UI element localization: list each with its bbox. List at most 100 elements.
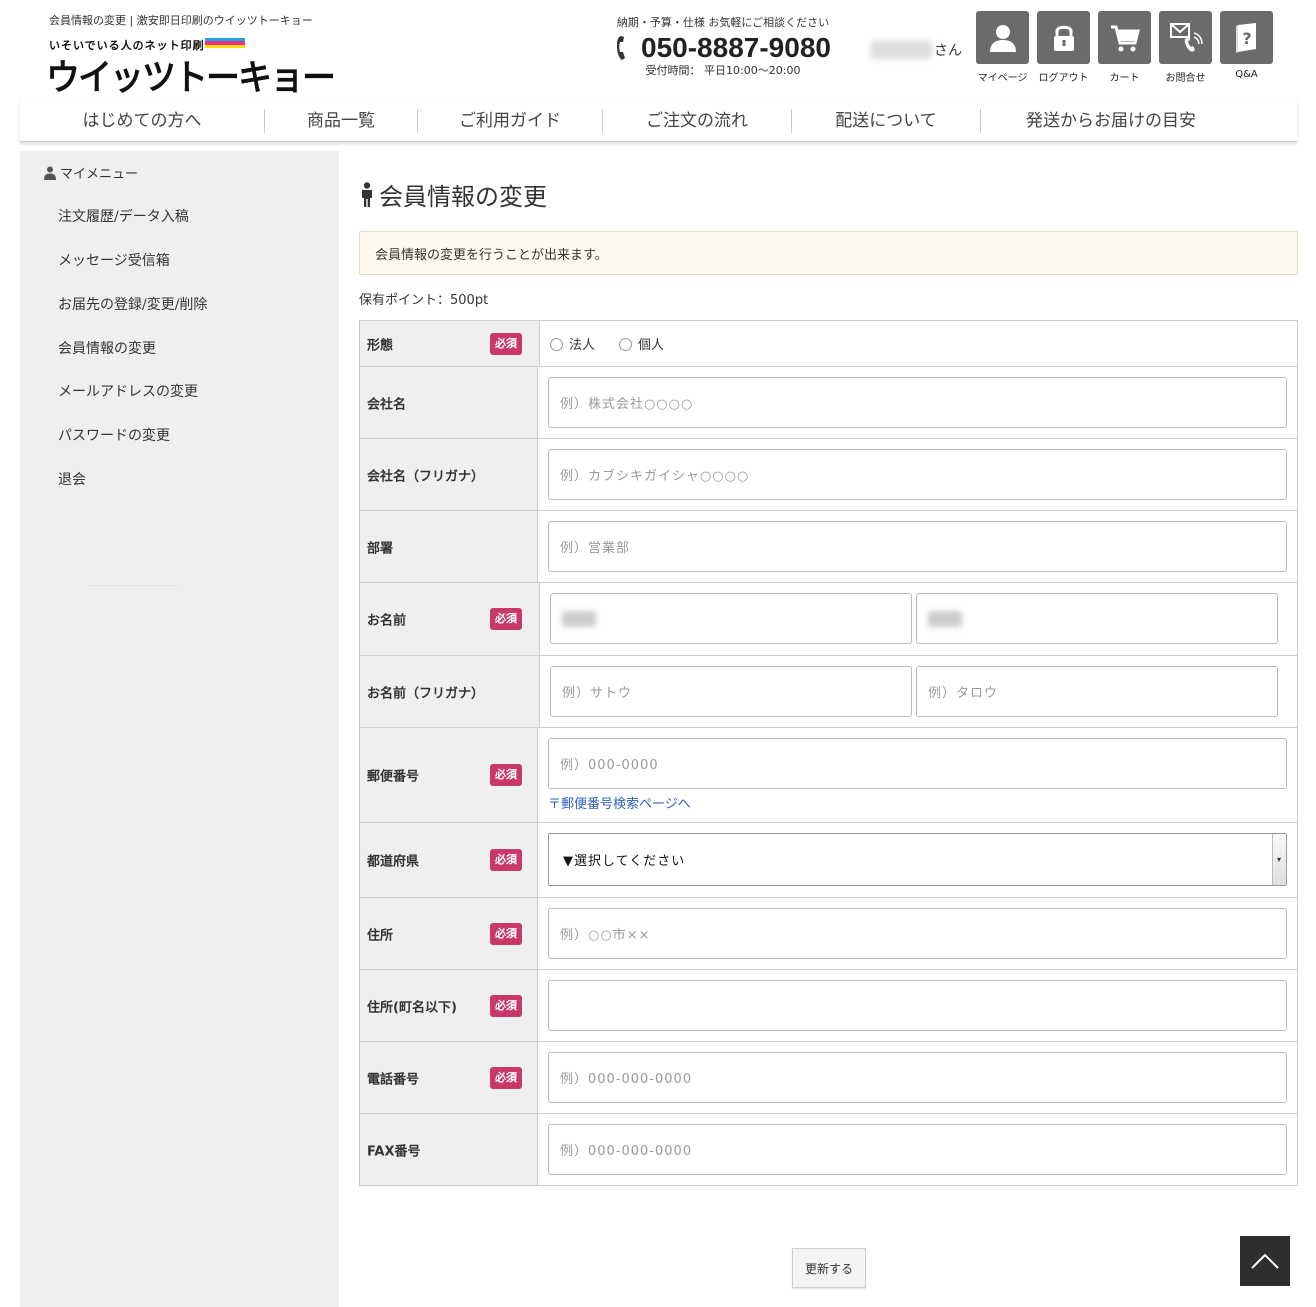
- phone-number[interactable]: 050-8887-9080: [641, 32, 831, 64]
- sidebar-item-email[interactable]: メールアドレスの変更: [58, 381, 198, 401]
- sidebar: マイメニュー 注文履歴/データ入稿 メッセージ受信箱 お届先の登録/変更/削除 …: [20, 151, 339, 1307]
- mypage-button[interactable]: マイページ: [976, 11, 1029, 84]
- type-label: 形態: [367, 338, 394, 353]
- sidebar-item-addresses[interactable]: お届先の登録/変更/削除: [58, 294, 207, 314]
- question-book-icon: ?: [1235, 22, 1256, 53]
- contact-label: お問合せ: [1165, 73, 1206, 84]
- sidebar-title: マイメニュー: [44, 163, 138, 182]
- company-label: 会社名: [367, 397, 407, 412]
- cmyk-color-bar: [205, 38, 245, 48]
- sidebar-item-order-history[interactable]: 注文履歴/データ入稿: [58, 206, 189, 226]
- form-row-name: お名前 必須: [359, 583, 1298, 656]
- nav-item-delivery-estimate[interactable]: 発送からお届けの目安: [981, 109, 1241, 133]
- address2-label: 住所(町名以下): [367, 1000, 457, 1015]
- tel-label: 電話番号: [367, 1072, 420, 1087]
- zip-search-link[interactable]: 〒郵便番号検索ページへ: [548, 793, 691, 812]
- nav-item-shipping[interactable]: 配送について: [792, 108, 981, 133]
- user-suffix: さん: [934, 43, 962, 59]
- user-greeting: さん: [870, 40, 962, 60]
- type-radio-individual[interactable]: 個人: [619, 334, 664, 353]
- site-description: 会員情報の変更 | 激安即日印刷のウイッツトーキョー: [49, 14, 313, 27]
- points-balance: 保有ポイント：500pt: [359, 293, 489, 308]
- name-kana-label: お名前（フリガナ）: [367, 686, 485, 701]
- required-badge: 必須: [490, 849, 522, 871]
- form-row-tel: 電話番号 必須 例）000-000-0000: [359, 1042, 1298, 1114]
- first-name-kana-input[interactable]: 例）タロウ: [916, 666, 1278, 717]
- name-label: お名前: [367, 613, 407, 629]
- address-label: 住所: [367, 928, 394, 943]
- address2-input[interactable]: [548, 980, 1287, 1031]
- required-badge: 必須: [490, 332, 522, 355]
- type-radio-corporate[interactable]: 法人: [550, 334, 595, 353]
- member-form: 形態 必須 法人 個人 会社名 例）株式会社○○○○ 会社名（フリガナ） 例）カ…: [359, 320, 1298, 1186]
- form-row-address: 住所 必須 例）○○市××: [359, 898, 1298, 970]
- last-name-kana-input[interactable]: 例）サトウ: [550, 666, 912, 717]
- nav-item-beginners[interactable]: はじめての方へ: [20, 108, 265, 133]
- qa-button[interactable]: ? Q&A: [1220, 11, 1273, 84]
- cart-button[interactable]: カート: [1098, 11, 1151, 84]
- form-row-department: 部署 例）営業部: [359, 511, 1298, 583]
- nav-item-order-flow[interactable]: ご注文の流れ: [603, 108, 792, 133]
- form-row-address2: 住所(町名以下) 必須: [359, 970, 1298, 1042]
- form-row-company-kana: 会社名（フリガナ） 例）カブシキガイシャ○○○○: [359, 439, 1298, 511]
- person-icon: [44, 166, 56, 180]
- logout-label: ログアウト: [1038, 73, 1089, 84]
- prefecture-select[interactable]: ▼選択してください ▾: [548, 833, 1287, 886]
- type-radio-group: 法人 個人: [550, 331, 1287, 355]
- chevron-up-icon: [1251, 1253, 1279, 1269]
- nav-item-products[interactable]: 商品一覧: [265, 108, 418, 133]
- sidebar-item-member-info[interactable]: 会員情報の変更: [58, 338, 156, 358]
- department-input[interactable]: 例）営業部: [548, 521, 1287, 572]
- company-kana-input[interactable]: 例）カブシキガイシャ○○○○: [548, 449, 1287, 500]
- required-badge: 必須: [490, 764, 522, 786]
- chevron-down-icon: ▾: [1272, 834, 1286, 885]
- nav-item-guide[interactable]: ご利用ガイド: [418, 108, 603, 133]
- sidebar-divider: [88, 585, 178, 586]
- person-icon: [989, 24, 1016, 52]
- form-row-type: 形態 必須 法人 個人: [359, 321, 1298, 367]
- first-name-input[interactable]: [916, 593, 1278, 644]
- company-input[interactable]: 例）株式会社○○○○: [548, 377, 1287, 428]
- tel-input[interactable]: 例）000-000-0000: [548, 1052, 1287, 1103]
- required-badge: 必須: [490, 922, 522, 945]
- form-row-fax: FAX番号 例）000-000-0000: [359, 1114, 1298, 1186]
- icon-nav: マイページ ログアウト カート お問合せ ? Q&A: [976, 11, 1273, 84]
- contact-note: 納期・予算・仕様 お気軽にご相談ください: [616, 16, 830, 29]
- zip-input[interactable]: 例）000-0000: [548, 738, 1287, 789]
- sidebar-item-password[interactable]: パスワードの変更: [58, 425, 170, 445]
- business-hours: 受付時間： 平日10:00〜20:00: [645, 64, 801, 77]
- fax-label: FAX番号: [367, 1144, 421, 1159]
- form-row-zip: 郵便番号 必須 例）000-0000 〒郵便番号検索ページへ: [359, 728, 1298, 823]
- blurred-value: [562, 610, 596, 627]
- form-row-name-kana: お名前（フリガナ） 例）サトウ 例）タロウ: [359, 656, 1298, 728]
- site-logo[interactable]: ウイッツトーキョー: [46, 49, 336, 100]
- svg-text:?: ?: [1242, 29, 1251, 48]
- form-row-prefecture: 都道府県 必須 ▼選択してください ▾: [359, 823, 1298, 898]
- address-input[interactable]: 例）○○市××: [548, 908, 1287, 959]
- fax-input[interactable]: 例）000-000-0000: [548, 1124, 1287, 1175]
- cart-icon: [1110, 25, 1140, 51]
- last-name-input[interactable]: [550, 593, 912, 644]
- contact-block: 納期・予算・仕様 お気軽にご相談ください 050-8887-9080 受付時間：…: [598, 14, 848, 78]
- update-button[interactable]: 更新する: [792, 1248, 866, 1288]
- required-badge: 必須: [490, 608, 522, 630]
- blurred-value: [928, 610, 962, 627]
- company-kana-label: 会社名（フリガナ）: [367, 469, 485, 484]
- phone-row: 050-8887-9080: [598, 32, 848, 64]
- header: 会員情報の変更 | 激安即日印刷のウイッツトーキョー いそいでいる人のネット印刷…: [0, 0, 1316, 100]
- notice-box: 会員情報の変更を行うことが出来ます。: [359, 231, 1298, 275]
- zip-label: 郵便番号: [367, 769, 420, 785]
- page-title: 会員情報の変更: [359, 177, 547, 212]
- person-standing-icon: [362, 181, 372, 207]
- phone-icon: [617, 36, 626, 60]
- blurred-username: [870, 41, 932, 59]
- department-label: 部署: [367, 541, 394, 556]
- sidebar-item-messages[interactable]: メッセージ受信箱: [58, 250, 170, 270]
- contact-button[interactable]: お問合せ: [1159, 11, 1212, 84]
- lock-icon: [1053, 25, 1074, 51]
- scroll-top-button[interactable]: [1240, 1236, 1290, 1286]
- form-row-company: 会社名 例）株式会社○○○○: [359, 367, 1298, 439]
- mail-phone-icon: [1169, 22, 1203, 52]
- sidebar-item-withdraw[interactable]: 退会: [58, 469, 86, 489]
- logout-button[interactable]: ログアウト: [1037, 11, 1090, 84]
